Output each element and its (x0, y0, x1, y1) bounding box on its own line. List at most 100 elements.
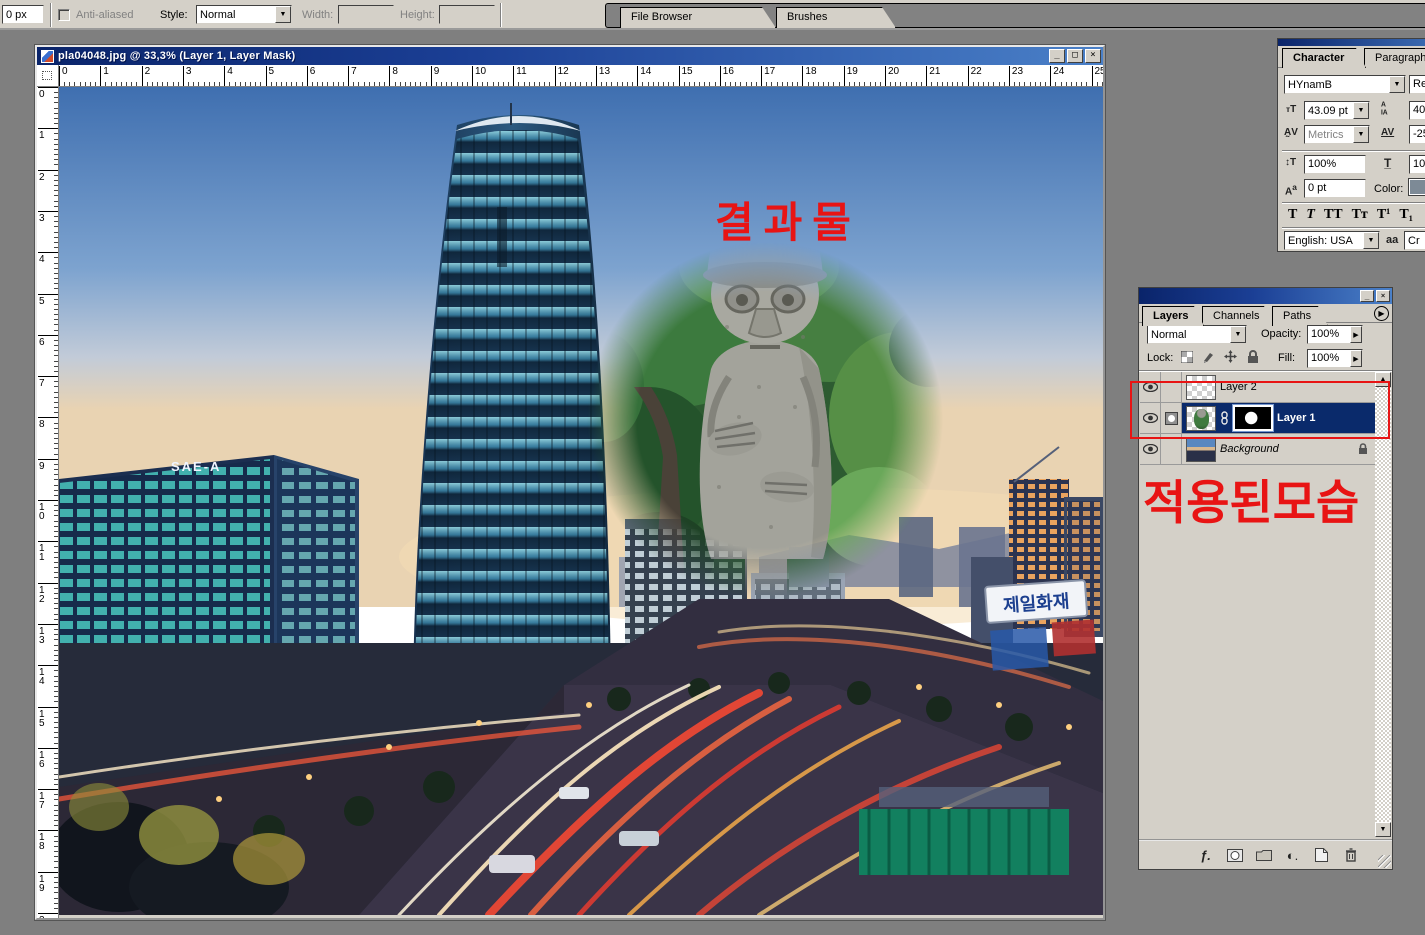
new-layer-set-folder-icon[interactable] (1255, 848, 1272, 863)
baseline-shift-icon: Aa (1285, 183, 1297, 196)
layer-name[interactable]: Layer 1 (1277, 412, 1316, 424)
leading-field[interactable]: 40. (1409, 101, 1425, 120)
delete-layer-trash-icon[interactable] (1342, 848, 1359, 863)
mask-editing-indicator[interactable] (1161, 403, 1182, 433)
layers-palette-titlebar[interactable]: _ × (1139, 288, 1392, 304)
subscript-button[interactable]: T₁ (1399, 207, 1413, 223)
dol-hareubang-statue (700, 197, 832, 602)
document-titlebar[interactable]: pla04048.jpg @ 33,3% (Layer 1, Layer Mas… (37, 47, 1103, 65)
document-canvas[interactable]: SAE-A (59, 87, 1103, 915)
palette-menu-button[interactable]: ▶ (1374, 306, 1389, 321)
tab-channels[interactable]: Channels (1202, 306, 1274, 326)
faux-italic-button[interactable]: T (1306, 207, 1315, 223)
feather-value-input[interactable] (2, 5, 44, 24)
chain-link-icon (1220, 411, 1229, 425)
chevron-down-icon[interactable]: ▼ (1363, 232, 1379, 249)
layer-thumbnail[interactable] (1186, 375, 1216, 400)
visibility-toggle[interactable] (1140, 372, 1161, 402)
slider-arrow-icon[interactable]: ▶ (1350, 350, 1362, 367)
minimize-button[interactable]: _ (1049, 49, 1065, 63)
baseline-shift-field[interactable]: 0 pt (1304, 179, 1366, 198)
vertical-ruler[interactable]: 01234567891011121314151617181920 (37, 87, 59, 918)
visibility-toggle[interactable] (1140, 434, 1161, 464)
tab-layers[interactable]: Layers (1142, 306, 1204, 326)
layers-annotation-text: 적용된모습 (1143, 464, 1359, 533)
layers-scrollbar[interactable]: ▲ ▼ (1375, 372, 1391, 837)
anti-alias-icon: aa (1386, 236, 1398, 244)
link-cell[interactable] (1161, 434, 1182, 464)
layer-thumbnail[interactable] (1186, 406, 1216, 431)
layer-thumbnail[interactable] (1186, 437, 1216, 462)
chevron-down-icon[interactable]: ▼ (275, 6, 291, 23)
anti-alias-dropdown[interactable]: Cr (1404, 231, 1425, 250)
slider-arrow-icon[interactable]: ▶ (1350, 326, 1362, 343)
building-sign-text: SAE-A (171, 459, 221, 474)
chevron-down-icon[interactable]: ▼ (1353, 126, 1369, 143)
horizontal-scale-icon: T̲ (1384, 159, 1391, 167)
lock-all-icon[interactable] (1245, 349, 1260, 364)
tab-brushes[interactable]: Brushes (776, 7, 896, 28)
vertical-scale-field[interactable]: 100% (1304, 155, 1366, 174)
lock-label: Lock: (1147, 352, 1173, 364)
text-color-swatch[interactable] (1408, 178, 1425, 196)
new-layer-icon[interactable] (1313, 848, 1330, 863)
horizontal-ruler[interactable]: 0123456789101112131415161718192021222324… (59, 65, 1103, 87)
palette-well: File Browser Brushes (605, 3, 1425, 28)
link-cell[interactable] (1161, 372, 1182, 402)
resize-grip[interactable] (1378, 855, 1391, 868)
font-style-field[interactable]: Regu (1409, 75, 1425, 94)
tracking-field[interactable]: -25 (1409, 125, 1425, 144)
character-palette: Character Paragraph HYnamB ▼ Regu тT 43.… (1277, 38, 1425, 252)
separator (50, 3, 51, 27)
lock-transparency-icon[interactable] (1179, 349, 1194, 364)
lock-position-move-icon[interactable] (1223, 349, 1238, 364)
anti-aliased-checkbox[interactable] (58, 9, 70, 21)
language-dropdown[interactable]: English: USA ▼ (1284, 231, 1380, 250)
tab-file-browser[interactable]: File Browser (620, 7, 776, 28)
tab-character[interactable]: Character (1282, 48, 1366, 68)
minimize-button[interactable]: _ (1360, 290, 1374, 302)
style-dropdown[interactable]: Normal ▼ (196, 5, 292, 24)
lock-pixels-brush-icon[interactable] (1201, 349, 1216, 364)
all-caps-button[interactable]: TT (1324, 207, 1343, 223)
character-palette-titlebar[interactable] (1278, 39, 1425, 46)
close-button[interactable]: × (1085, 49, 1101, 63)
faux-bold-button[interactable]: T (1288, 207, 1297, 223)
layer-mask-thumbnail[interactable] (1233, 405, 1273, 431)
layer-row-background[interactable]: Background (1140, 434, 1376, 465)
small-caps-button[interactable]: Tᴛ (1352, 207, 1368, 223)
kerning-dropdown[interactable]: Metrics ▼ (1304, 125, 1370, 144)
chevron-down-icon[interactable]: ▼ (1389, 76, 1405, 93)
leading-icon: ᴬᴵᴬ (1381, 103, 1388, 119)
close-button[interactable]: × (1376, 290, 1390, 302)
font-size-dropdown[interactable]: 43.09 pt ▼ (1304, 101, 1370, 120)
maximize-button[interactable]: □ (1067, 49, 1083, 63)
font-family-dropdown[interactable]: HYnamB ▼ (1284, 75, 1406, 94)
layer-row-layer1[interactable]: Layer 1 (1140, 403, 1376, 434)
horizontal-scale-field[interactable]: 100 (1409, 155, 1425, 174)
layer-row-layer2[interactable]: Layer 2 (1140, 372, 1376, 403)
adjustment-layer-icon[interactable]: ◐. (1284, 848, 1301, 863)
opacity-label: Opacity: (1261, 328, 1301, 340)
ruler-origin-box[interactable] (37, 65, 59, 87)
visibility-toggle[interactable] (1140, 403, 1161, 433)
add-layer-mask-icon[interactable] (1226, 848, 1243, 863)
fill-field[interactable]: 100% ▶ (1307, 349, 1363, 368)
layers-list: Layer 2 Layer 1 (1140, 372, 1376, 465)
layer-name[interactable]: Background (1220, 443, 1279, 455)
chevron-down-icon[interactable]: ▼ (1230, 326, 1246, 343)
tab-paragraph[interactable]: Paragraph (1364, 48, 1425, 68)
scroll-down-icon[interactable]: ▼ (1375, 822, 1391, 837)
layer-style-icon[interactable]: ƒ. (1197, 848, 1214, 863)
superscript-button[interactable]: T¹ (1377, 207, 1391, 223)
scroll-up-icon[interactable]: ▲ (1375, 372, 1391, 387)
opacity-field[interactable]: 100% ▶ (1307, 325, 1363, 344)
chevron-down-icon[interactable]: ▼ (1353, 102, 1369, 119)
tab-paths[interactable]: Paths (1272, 306, 1328, 326)
layer-name[interactable]: Layer 2 (1220, 381, 1257, 393)
vertical-scale-icon: ↕T (1285, 159, 1296, 167)
mask-mode-icon (1165, 412, 1178, 425)
blend-mode-dropdown[interactable]: Normal ▼ (1147, 325, 1247, 344)
height-label: Height: (400, 9, 435, 21)
document-window: pla04048.jpg @ 33,3% (Layer 1, Layer Mas… (35, 45, 1105, 920)
